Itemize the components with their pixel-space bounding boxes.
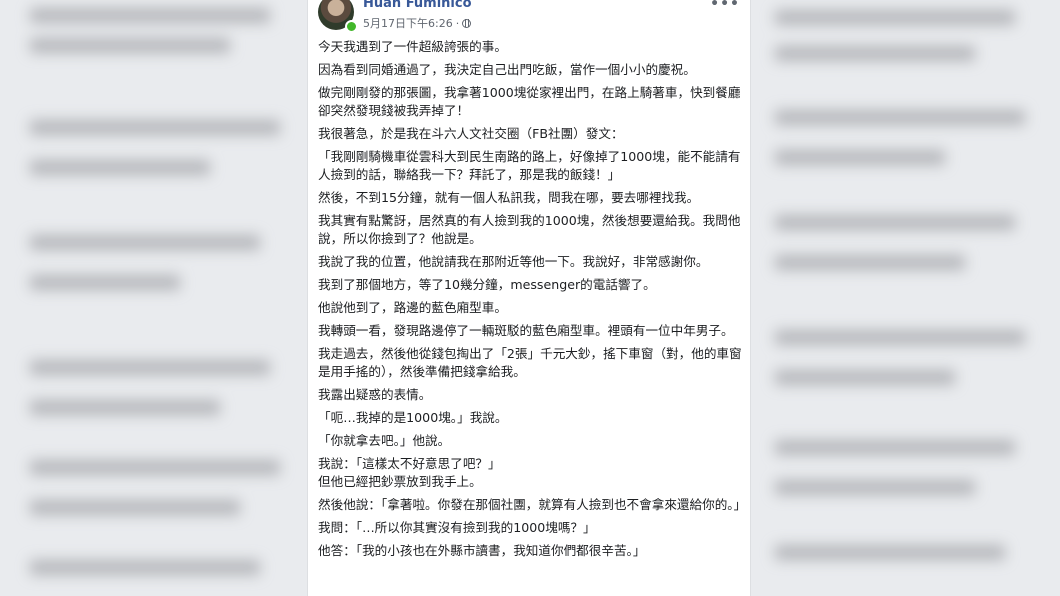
post-paragraph: 然後他說：「拿著啦。你發在那個社團，就算有人撿到也不會拿來還給你的。」 bbox=[318, 497, 747, 512]
facebook-post-card: Huān Fumihico 5月17日下午6:26 · ••• 今天我遇到了一件超… bbox=[307, 0, 751, 596]
post-paragraph: 因為看到同婚通過了，我決定自己出門吃飯，當作一個小小的慶祝。 bbox=[318, 62, 696, 77]
post-paragraph: 做完剛剛發的那張圖，我拿著1000塊從家裡出門，在路上騎著車，快到餐廳卻突然發現… bbox=[318, 85, 741, 118]
post-paragraph: 我問：「…所以你其實沒有撿到我的1000塊嗎？」 bbox=[318, 520, 596, 535]
post-timestamp-link[interactable]: 5月17日下午6:26 bbox=[363, 17, 453, 30]
post-paragraph: 我其實有點驚訝，居然真的有人撿到我的1000塊，然後想要還給我。我問他說，所以你… bbox=[318, 213, 741, 246]
author-name-link[interactable]: Huān Fumihico bbox=[363, 0, 472, 11]
post-paragraph: 我很著急，於是我在斗六人文社交圈（FB社團）發文： bbox=[318, 126, 624, 141]
post-paragraph: 「你就拿去吧。」他說。 bbox=[318, 433, 451, 448]
post-paragraph: 「呃…我掉的是1000塊。」我說。 bbox=[318, 410, 508, 425]
post-header: Huān Fumihico 5月17日下午6:26 · ••• bbox=[318, 0, 748, 34]
post-paragraph: 我轉頭一看，發現路邊停了一輛斑駁的藍色廂型車。裡頭有一位中年男子。 bbox=[318, 323, 734, 338]
post-paragraph: 「我剛剛騎機車從雲科大到民生南路的路上，好像掉了1000塊，能不能請有人撿到的話… bbox=[318, 149, 741, 182]
post-paragraph: 今天我遇到了一件超級誇張的事。 bbox=[318, 39, 507, 54]
post-paragraph: 他答：「我的小孩也在外縣市讀書，我知道你們都很辛苦。」 bbox=[318, 543, 646, 558]
post-meta: 5月17日下午6:26 · bbox=[363, 15, 472, 31]
post-paragraph: 我走過去，然後他從錢包掏出了「2張」千元大鈔，搖下車窗（對，他的車窗是用手搖的）… bbox=[318, 346, 742, 379]
online-status-icon bbox=[345, 20, 358, 33]
post-paragraph: 我露出疑惑的表情。 bbox=[318, 387, 432, 402]
post-paragraph: 我說：「這樣太不好意思了吧？」 但他已經把鈔票放到我手上。 bbox=[318, 456, 501, 489]
post-paragraph: 我說了我的位置，他說請我在那附近等他一下。我說好，非常感謝你。 bbox=[318, 254, 709, 269]
globe-icon[interactable] bbox=[462, 19, 472, 28]
more-options-icon[interactable]: ••• bbox=[710, 0, 740, 12]
post-paragraph: 我到了那個地方，等了10幾分鐘，messenger的電話響了。 bbox=[318, 277, 656, 292]
post-body: 今天我遇到了一件超級誇張的事。因為看到同婚通過了，我決定自己出門吃飯，當作一個小… bbox=[318, 38, 747, 565]
post-paragraph: 然後，不到15分鐘，就有一個人私訊我，問我在哪，要去哪裡找我。 bbox=[318, 190, 700, 205]
meta-separator: · bbox=[455, 17, 460, 30]
post-paragraph: 他說他到了，路邊的藍色廂型車。 bbox=[318, 300, 507, 315]
